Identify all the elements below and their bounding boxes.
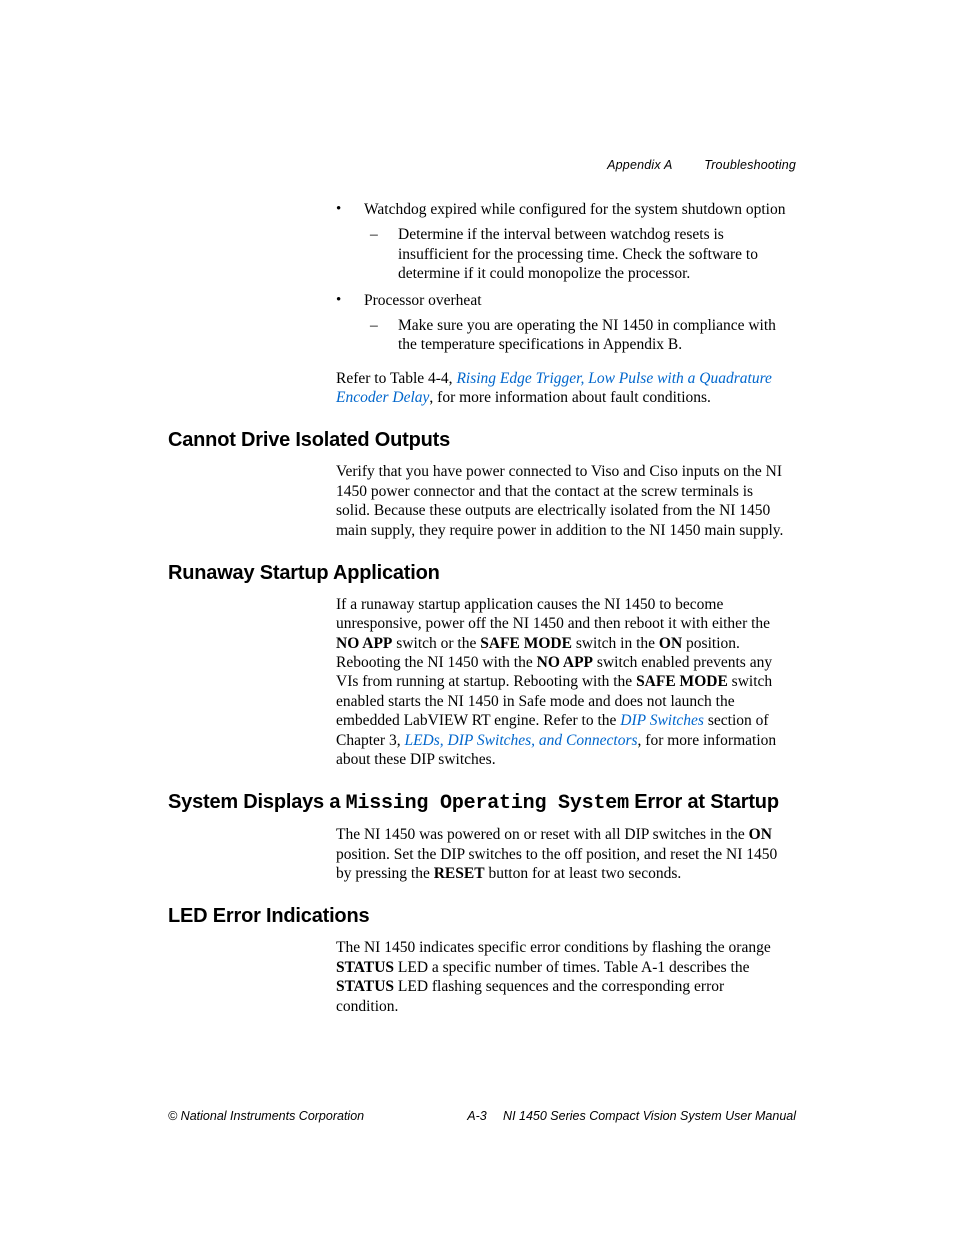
- bold-term: NO APP: [336, 635, 392, 652]
- bold-term: ON: [659, 635, 682, 652]
- text: If a runaway startup application causes …: [336, 596, 770, 632]
- bullet-text: Processor overheat: [364, 292, 482, 309]
- heading-text: System Displays a: [168, 791, 346, 813]
- section-heading-cannot-drive: Cannot Drive Isolated Outputs: [168, 429, 788, 452]
- section-body: If a runaway startup application causes …: [336, 595, 786, 769]
- bold-term: STATUS: [336, 959, 394, 976]
- sub-list: Determine if the interval between watchd…: [364, 225, 796, 283]
- text: The NI 1450 was powered on or reset with…: [336, 826, 749, 843]
- heading-text: Error at Startup: [629, 791, 779, 813]
- text: , for more information about fault condi…: [429, 389, 711, 406]
- text: LED a specific number of times. Table A-…: [394, 959, 749, 976]
- section-heading-runaway: Runaway Startup Application: [168, 562, 788, 585]
- bold-term: NO APP: [537, 654, 593, 671]
- heading-mono: Missing Operating System: [346, 792, 629, 815]
- bullet-item: Watchdog expired while configured for th…: [336, 200, 796, 284]
- section-heading-led: LED Error Indications: [168, 905, 788, 928]
- footer-manual-title: NI 1450 Series Compact Vision System Use…: [503, 1109, 796, 1123]
- cross-ref-link[interactable]: DIP Switches: [620, 712, 704, 729]
- text: Refer to Table 4-4,: [336, 370, 456, 387]
- section-body: Verify that you have power connected to …: [336, 462, 786, 540]
- section-heading-missing-os: System Displays a Missing Operating Syst…: [168, 791, 788, 815]
- bullet-list: Watchdog expired while configured for th…: [168, 200, 788, 355]
- bold-term: RESET: [434, 865, 485, 882]
- header-appendix: Appendix A: [607, 158, 672, 172]
- refer-paragraph: Refer to Table 4-4, Rising Edge Trigger,…: [336, 369, 786, 408]
- footer-page-number: A-3: [0, 1109, 954, 1123]
- text: switch or the: [392, 635, 480, 652]
- header-title: Troubleshooting: [704, 158, 796, 172]
- page-header: Appendix A Troubleshooting: [607, 158, 796, 172]
- section-body: The NI 1450 indicates specific error con…: [336, 938, 786, 1016]
- bold-term: ON: [749, 826, 772, 843]
- bullet-text: Watchdog expired while configured for th…: [364, 201, 785, 218]
- bold-term: STATUS: [336, 978, 394, 995]
- sub-list: Make sure you are operating the NI 1450 …: [364, 316, 796, 355]
- page-content: Watchdog expired while configured for th…: [168, 200, 788, 1028]
- bold-term: SAFE MODE: [636, 673, 728, 690]
- text: LED flashing sequences and the correspon…: [336, 978, 724, 1014]
- section-body: The NI 1450 was powered on or reset with…: [336, 825, 786, 883]
- sub-item: Determine if the interval between watchd…: [364, 225, 796, 283]
- text: switch in the: [572, 635, 659, 652]
- cross-ref-link[interactable]: LEDs, DIP Switches, and Connectors: [404, 732, 637, 749]
- text: The NI 1450 indicates specific error con…: [336, 939, 771, 956]
- text: button for at least two seconds.: [485, 865, 682, 882]
- bold-term: SAFE MODE: [480, 635, 572, 652]
- sub-item: Make sure you are operating the NI 1450 …: [364, 316, 796, 355]
- bullet-item: Processor overheat Make sure you are ope…: [336, 291, 796, 355]
